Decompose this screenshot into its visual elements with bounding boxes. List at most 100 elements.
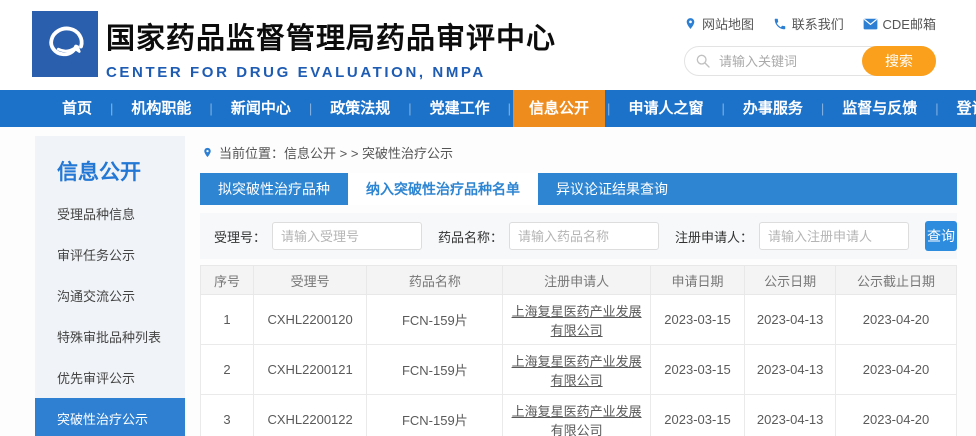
table-cell: FCN-159片 <box>367 345 503 395</box>
sitemap-link[interactable]: 网站地图 <box>684 14 754 33</box>
filter-bar: 受理号： 药品名称： 注册申请人： 查询 <box>200 213 957 259</box>
site-header: 国家药品监督管理局药品审评中心 CENTER FOR DRUG EVALUATI… <box>0 0 976 90</box>
tab[interactable]: 异议论证结果查询 <box>538 173 686 205</box>
mail-icon <box>863 18 878 30</box>
table-row: 2CXHL2200121FCN-159片上海复星医药产业发展有限公司2023-0… <box>201 345 957 395</box>
table-cell: 2023-04-20 <box>836 295 957 345</box>
quick-links: 网站地图 联系我们 CDE邮箱 <box>684 14 936 33</box>
site-search: 搜索 <box>684 46 936 76</box>
nav-separator: | <box>721 101 724 116</box>
breadcrumb: 当前位置：信息公开 > > 突破性治疗公示 <box>202 143 957 162</box>
column-header: 公示日期 <box>745 266 836 295</box>
column-header: 注册申请人 <box>503 266 650 295</box>
table-cell: FCN-159片 <box>367 295 503 345</box>
site-title-cn: 国家药品监督管理局药品审评中心 <box>106 15 556 57</box>
nav-separator: | <box>935 101 938 116</box>
search-button[interactable]: 搜索 <box>862 46 936 76</box>
table-cell: CXHL2200122 <box>253 395 366 436</box>
table-body: 1CXHL2200120FCN-159片上海复星医药产业发展有限公司2023-0… <box>201 295 957 436</box>
nav-separator: | <box>508 101 511 116</box>
content-area: 信息公开 受理品种信息审评任务公示沟通交流公示特殊审批品种列表优先审评公示突破性… <box>0 127 976 436</box>
table-cell: 2023-04-13 <box>745 345 836 395</box>
filter-label: 注册申请人： <box>675 227 753 246</box>
applicant-cell[interactable]: 上海复星医药产业发展有限公司 <box>503 295 650 345</box>
sidebar: 信息公开 受理品种信息审评任务公示沟通交流公示特殊审批品种列表优先审评公示突破性… <box>35 136 185 436</box>
filter-fields: 受理号： 药品名称： 注册申请人： <box>214 222 925 250</box>
nav-item[interactable]: 首页 <box>46 90 108 127</box>
sidebar-item-active[interactable]: 突破性治疗公示 <box>35 398 185 436</box>
sidebar-item[interactable]: 沟通交流公示 <box>35 275 185 316</box>
sidebar-item[interactable]: 特殊审批品种列表 <box>35 316 185 357</box>
cde-logo <box>32 11 98 77</box>
mailbox-link[interactable]: CDE邮箱 <box>863 14 936 33</box>
column-header: 药品名称 <box>367 266 503 295</box>
contact-link[interactable]: 联系我们 <box>773 14 844 33</box>
table-cell: 1 <box>201 295 254 345</box>
nav-separator: | <box>408 101 411 116</box>
cde-logo-swirl-icon <box>38 17 92 71</box>
sidebar-item[interactable]: 优先审评公示 <box>35 357 185 398</box>
column-header: 公示截止日期 <box>836 266 957 295</box>
column-header: 申请日期 <box>650 266 745 295</box>
filter-group: 药品名称： <box>438 222 659 250</box>
nav-item[interactable]: 监督与反馈 <box>826 90 933 127</box>
column-header: 序号 <box>201 266 254 295</box>
nav-separator: | <box>209 101 212 116</box>
nav-separator: | <box>110 101 113 116</box>
table-cell: 2023-04-20 <box>836 345 957 395</box>
table-cell: FCN-159片 <box>367 395 503 436</box>
table-cell: 2023-04-20 <box>836 395 957 436</box>
phone-icon <box>773 17 787 31</box>
filter-group: 受理号： <box>214 222 422 250</box>
column-header: 受理号 <box>253 266 366 295</box>
tab-bar: 拟突破性治疗品种纳入突破性治疗品种名单异议论证结果查询 <box>200 173 957 205</box>
nav-item[interactable]: 机构职能 <box>115 90 207 127</box>
nav-item-active[interactable]: 信息公开 <box>513 90 605 127</box>
table-cell: 3 <box>201 395 254 436</box>
results-table: 序号受理号药品名称注册申请人申请日期公示日期公示截止日期 1CXHL220012… <box>200 265 957 436</box>
table-cell: 2023-03-15 <box>650 345 745 395</box>
tab-active[interactable]: 纳入突破性治疗品种名单 <box>348 173 538 205</box>
nav-item[interactable]: 政策法规 <box>314 90 406 127</box>
filter-label: 受理号： <box>214 227 266 246</box>
mailbox-link-label: CDE邮箱 <box>883 14 936 33</box>
filter-label: 药品名称： <box>438 227 503 246</box>
table-cell: CXHL2200121 <box>253 345 366 395</box>
sidebar-item[interactable]: 受理品种信息 <box>35 193 185 234</box>
table-cell: CXHL2200120 <box>253 295 366 345</box>
search-icon <box>695 53 711 69</box>
nav-item[interactable]: 登记备案平台 <box>941 90 976 127</box>
tab[interactable]: 拟突破性治疗品种 <box>200 173 348 205</box>
main-panel: 当前位置：信息公开 > > 突破性治疗公示 拟突破性治疗品种纳入突破性治疗品种名… <box>200 127 957 436</box>
query-button[interactable]: 查询 <box>925 221 957 251</box>
table-cell: 2 <box>201 345 254 395</box>
sidebar-item[interactable]: 审评任务公示 <box>35 234 185 275</box>
table-cell: 2023-04-13 <box>745 295 836 345</box>
location-pin-icon <box>684 17 697 30</box>
nav-separator: | <box>309 101 312 116</box>
applicant-cell[interactable]: 上海复星医药产业发展有限公司 <box>503 395 650 436</box>
nav-item[interactable]: 办事服务 <box>727 90 819 127</box>
filter-group: 注册申请人： <box>675 222 909 250</box>
sidebar-title: 信息公开 <box>35 136 185 193</box>
filter-input[interactable] <box>509 222 659 250</box>
filter-input[interactable] <box>759 222 909 250</box>
sidebar-items: 受理品种信息审评任务公示沟通交流公示特殊审批品种列表优先审评公示突破性治疗公示三… <box>35 193 185 436</box>
nav-item[interactable]: 申请人之窗 <box>612 90 719 127</box>
table-row: 3CXHL2200122FCN-159片上海复星医药产业发展有限公司2023-0… <box>201 395 957 436</box>
nav-separator: | <box>821 101 824 116</box>
table-header-row: 序号受理号药品名称注册申请人申请日期公示日期公示截止日期 <box>201 266 957 295</box>
nav-item[interactable]: 党建工作 <box>414 90 506 127</box>
applicant-cell[interactable]: 上海复星医药产业发展有限公司 <box>503 345 650 395</box>
site-title-en: CENTER FOR DRUG EVALUATION, NMPA <box>106 64 556 81</box>
contact-link-label: 联系我们 <box>792 14 844 33</box>
header-right: 网站地图 联系我们 CDE邮箱 搜索 <box>684 14 936 76</box>
table-cell: 2023-03-15 <box>650 295 745 345</box>
table-cell: 2023-03-15 <box>650 395 745 436</box>
main-nav: 首页|机构职能|新闻中心|政策法规|党建工作|信息公开|申请人之窗|办事服务|监… <box>0 90 976 127</box>
breadcrumb-text: 当前位置：信息公开 > > 突破性治疗公示 <box>219 143 453 162</box>
nav-item[interactable]: 新闻中心 <box>215 90 307 127</box>
filter-input[interactable] <box>272 222 422 250</box>
location-pin-icon <box>202 146 213 159</box>
table-cell: 2023-04-13 <box>745 395 836 436</box>
